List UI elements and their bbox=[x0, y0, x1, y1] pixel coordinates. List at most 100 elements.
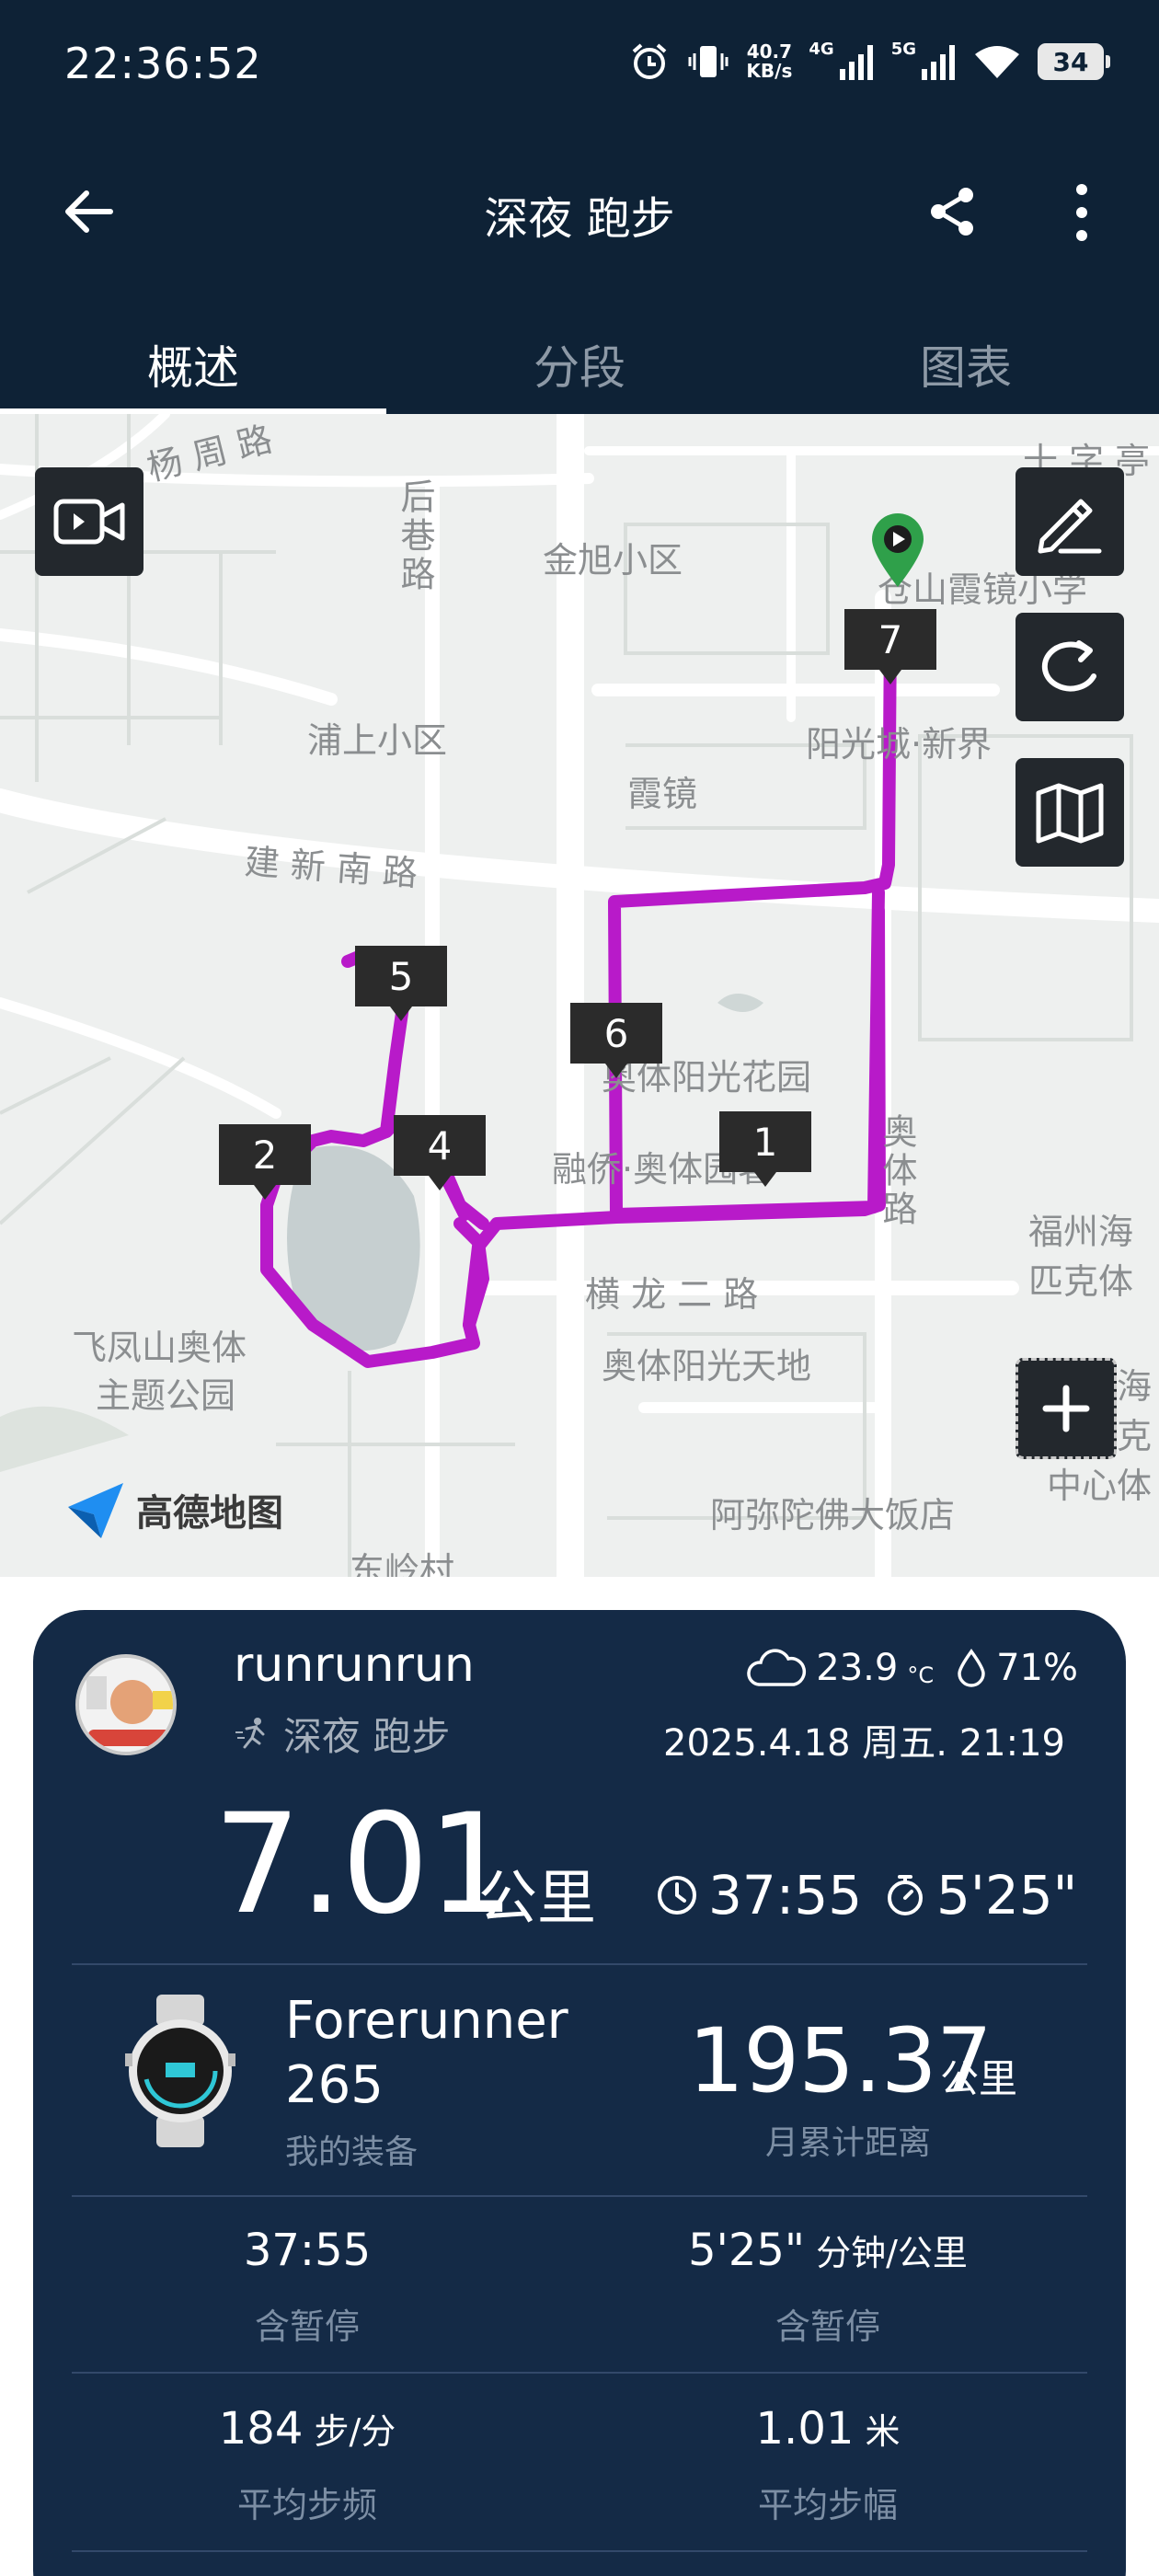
alarm-icon bbox=[628, 40, 671, 83]
map-label: 匹克体 bbox=[1028, 1261, 1134, 1302]
divider bbox=[72, 2195, 1087, 2197]
device-name-line-1: Forerunner bbox=[285, 1991, 568, 2051]
signal-2-icon bbox=[922, 43, 957, 80]
tab-charts[interactable]: 图表 bbox=[773, 331, 1159, 397]
map-label: 东岭村 bbox=[350, 1550, 455, 1577]
activity-summary-card: runrunrun 深夜 跑步 23.9 °C 71% 2025.4.18 周五.… bbox=[33, 1610, 1126, 2576]
route-style-button[interactable] bbox=[1016, 467, 1124, 576]
device-name[interactable]: Forerunner 265 bbox=[285, 1989, 568, 2118]
stat-unit: 步/分 bbox=[303, 2411, 396, 2452]
page-title: 深夜 跑步 bbox=[484, 193, 675, 245]
stat-total-time: 37:55 含暂停 bbox=[77, 2225, 537, 2349]
signal-1-icon bbox=[839, 43, 875, 80]
zoom-in-button[interactable] bbox=[1016, 1358, 1117, 1459]
activity-datetime: 2025.4.18 周五. 21:19 bbox=[663, 1722, 1065, 1765]
map-type-button[interactable] bbox=[1016, 758, 1124, 867]
share-button[interactable] bbox=[924, 182, 982, 241]
start-pin-icon bbox=[868, 512, 927, 592]
amap-logo: 高德地图 bbox=[64, 1478, 283, 1542]
split-marker[interactable]: 5 bbox=[355, 946, 447, 1021]
stat-unit: 分钟/公里 bbox=[805, 2233, 968, 2273]
video-camera-icon bbox=[53, 499, 125, 545]
temperature-unit: °C bbox=[907, 1662, 935, 1688]
split-marker[interactable]: 7 bbox=[844, 609, 936, 684]
total-duration: 37:55 bbox=[655, 1864, 862, 1926]
runner-icon bbox=[235, 1717, 265, 1748]
route-map[interactable]: 杨 周 路 后巷路 金旭小区 十 字 亭 仓山霞镜小学 浦上小区 霞镜 阳光城·… bbox=[0, 414, 1159, 1577]
split-marker[interactable]: 2 bbox=[219, 1124, 311, 1200]
stat-label: 平均步幅 bbox=[757, 2485, 898, 2525]
map-label: 主题公园 bbox=[96, 1375, 236, 1416]
divider bbox=[72, 1963, 1087, 1965]
stopwatch-icon bbox=[888, 1875, 923, 1915]
more-vertical-icon bbox=[1076, 184, 1087, 241]
stat-value: 1.01 bbox=[755, 2403, 855, 2455]
stat-label: 含暂停 bbox=[775, 2306, 880, 2347]
map-label: 霞镜 bbox=[627, 774, 698, 814]
monthly-distance-label: 月累计距离 bbox=[765, 2124, 932, 2162]
plus-icon bbox=[1042, 1385, 1090, 1432]
signal-2-label: 5G bbox=[890, 39, 916, 59]
wifi-icon bbox=[973, 43, 1021, 80]
split-marker[interactable]: 1 bbox=[719, 1111, 811, 1187]
humidity-drop-icon bbox=[958, 1649, 985, 1687]
map-label: 奥体阳光天地 bbox=[602, 1346, 812, 1386]
split-marker[interactable]: 6 bbox=[570, 1003, 662, 1078]
status-icons: 40.7 KB/s 4G 5G 34 bbox=[628, 39, 1110, 83]
map-label: 奥体路 bbox=[877, 1113, 917, 1229]
pen-edit-icon bbox=[1038, 499, 1102, 554]
stat-label: 平均步频 bbox=[236, 2485, 377, 2525]
divider bbox=[72, 2550, 1087, 2552]
map-label: 阿弥陀佛大饭店 bbox=[710, 1495, 956, 1535]
map-label: 金旭小区 bbox=[543, 540, 683, 581]
video-replay-button[interactable] bbox=[35, 467, 143, 576]
device-name-line-2: 265 bbox=[285, 2055, 384, 2115]
activity-type: 深夜 跑步 bbox=[234, 1706, 450, 1762]
app-header: 22:36:52 40.7 KB/s 4G 5G 34 深夜 跑步 概述 分段 … bbox=[0, 0, 1159, 414]
map-label: 福州海 bbox=[1028, 1212, 1134, 1252]
map-label: 浦上小区 bbox=[307, 720, 448, 761]
amap-arrow-icon bbox=[68, 1483, 123, 1538]
timer-icon bbox=[658, 1876, 696, 1915]
pace-value: 5'25" bbox=[936, 1864, 1078, 1926]
replay-button[interactable] bbox=[1016, 613, 1124, 721]
weather-info: 23.9 °C 71% bbox=[746, 1647, 1078, 1689]
stat-label: 含暂停 bbox=[254, 2306, 360, 2347]
temperature: 23.9 bbox=[816, 1647, 899, 1689]
split-marker[interactable]: 4 bbox=[394, 1115, 486, 1190]
activity-name: 深夜 跑步 bbox=[283, 1714, 451, 1759]
stat-stride-length: 1.01 米 平均步幅 bbox=[598, 2403, 1058, 2527]
stat-value: 5'25" bbox=[688, 2225, 805, 2276]
map-label: 中心体 bbox=[1047, 1466, 1153, 1506]
stat-pace: 5'25" 分钟/公里 含暂停 bbox=[598, 2225, 1058, 2349]
monthly-distance-unit: 公里 bbox=[940, 2056, 1018, 2101]
distance-unit: 公里 bbox=[478, 1865, 596, 1933]
map-label: 阳光城·新界 bbox=[806, 724, 993, 765]
tab-splits[interactable]: 分段 bbox=[386, 331, 773, 397]
total-distance: 7.01 bbox=[213, 1785, 515, 1945]
divider bbox=[72, 2372, 1087, 2374]
signal-1-label: 4G bbox=[809, 39, 834, 59]
avatar-image bbox=[79, 1658, 173, 1752]
stat-unit: 米 bbox=[854, 2411, 901, 2452]
avatar[interactable] bbox=[75, 1654, 177, 1755]
device-label: 我的装备 bbox=[285, 2133, 419, 2171]
battery-indicator: 34 bbox=[1038, 43, 1110, 80]
map-label: 飞凤山奥体 bbox=[72, 1328, 247, 1368]
vibrate-icon bbox=[687, 40, 729, 83]
net-speed-unit: KB/s bbox=[746, 60, 793, 82]
net-speed: 40.7 KB/s bbox=[746, 42, 792, 81]
map-label: 后巷路 bbox=[395, 478, 435, 594]
cloud-icon bbox=[747, 1649, 807, 1686]
more-options-button[interactable] bbox=[1063, 180, 1100, 245]
tab-overview[interactable]: 概述 bbox=[0, 331, 386, 397]
stat-value: 37:55 bbox=[243, 2225, 372, 2276]
share-icon bbox=[931, 188, 973, 236]
username: runrunrun bbox=[234, 1638, 475, 1693]
duration-value: 37:55 bbox=[708, 1864, 863, 1926]
stat-value: 184 bbox=[218, 2403, 304, 2455]
humidity: 71% bbox=[996, 1647, 1078, 1689]
amap-brand: 高德地图 bbox=[136, 1492, 283, 1535]
map-icon bbox=[1036, 783, 1104, 844]
watch-image bbox=[125, 1995, 235, 2151]
